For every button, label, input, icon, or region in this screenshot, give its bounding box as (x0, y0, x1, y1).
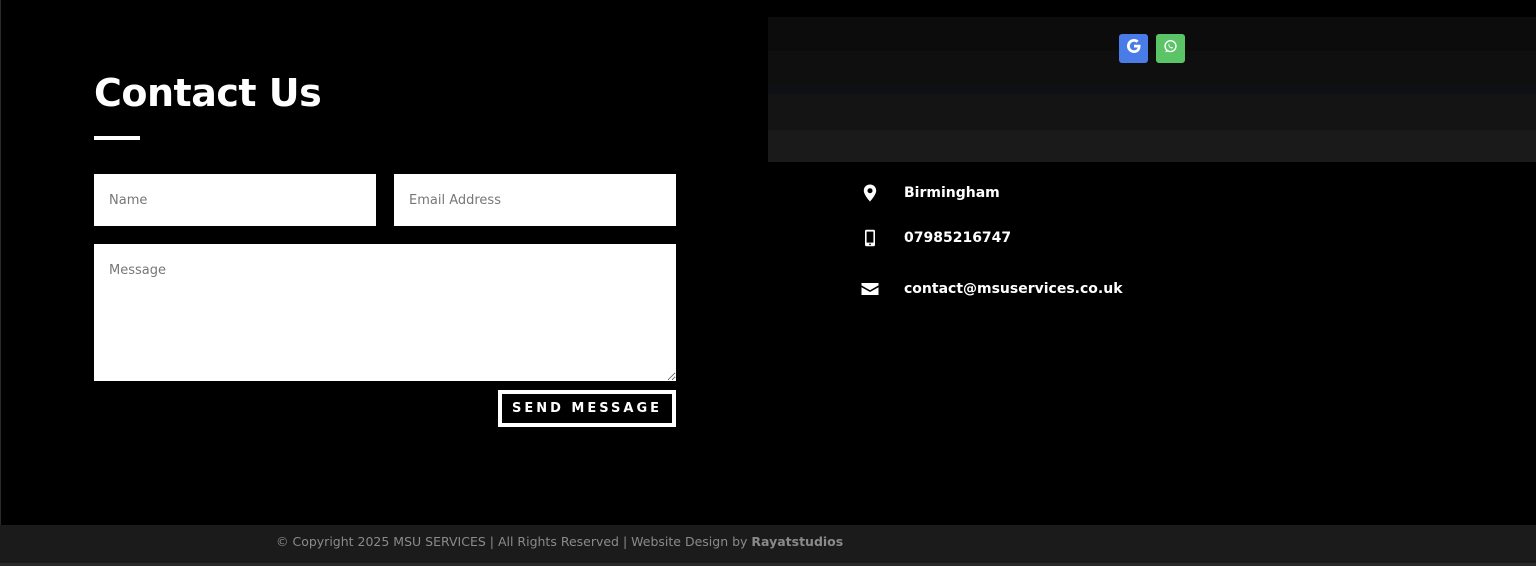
phone-text: 07985216747 (904, 230, 1012, 246)
contact-title: Contact Us (94, 71, 322, 115)
strip-band (768, 51, 1536, 85)
email-link[interactable]: contact@msuservices.co.uk (904, 279, 1123, 299)
google-icon (1126, 38, 1142, 59)
whatsapp-button[interactable] (1156, 34, 1185, 63)
copyright-text: © Copyright 2025 MSU SERVICES | All Righ… (276, 533, 843, 551)
designer-link[interactable]: Rayatstudios (751, 534, 843, 549)
mobile-phone-icon (858, 226, 882, 250)
strip-band (768, 94, 1536, 130)
envelope-icon (858, 277, 882, 301)
footer: © Copyright 2025 MSU SERVICES | All Righ… (0, 525, 1536, 563)
page-left-border (0, 0, 1, 566)
google-button[interactable] (1119, 34, 1148, 63)
title-underline (94, 136, 140, 140)
contact-page: Contact Us SEND MESSAGE (0, 0, 1536, 566)
copyright-label: © Copyright 2025 MSU SERVICES | All Righ… (276, 534, 752, 549)
whatsapp-icon (1163, 39, 1178, 59)
strip-band (768, 130, 1536, 162)
send-message-button[interactable]: SEND MESSAGE (498, 390, 676, 427)
location-text: Birmingham (904, 185, 1000, 201)
map-pin-icon (858, 181, 882, 205)
email-field[interactable] (394, 174, 676, 226)
name-field[interactable] (94, 174, 376, 226)
message-field[interactable] (94, 244, 676, 381)
strip-band (768, 17, 1536, 51)
header-strip (768, 17, 1536, 162)
strip-band (768, 85, 1536, 94)
